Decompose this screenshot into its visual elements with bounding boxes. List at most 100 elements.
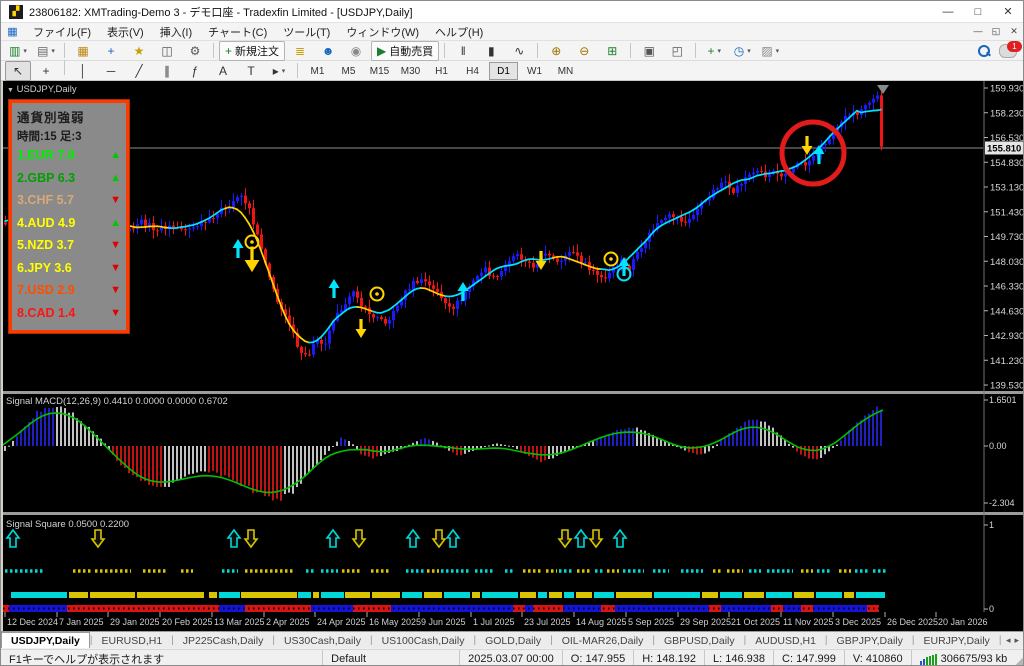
timeframe-m15-button[interactable]: M15 bbox=[365, 62, 394, 80]
text-tool-icon: A bbox=[219, 64, 227, 78]
fibonacci-tool-button[interactable]: ƒ bbox=[182, 61, 208, 81]
timeframe-mn-button[interactable]: MN bbox=[551, 62, 580, 80]
svg-text:155.810: 155.810 bbox=[987, 143, 1021, 154]
chart-tab-usdjpy-daily[interactable]: USDJPY,Daily bbox=[1, 632, 90, 648]
status-open-price: O: 147.955 bbox=[562, 650, 633, 666]
menu-view[interactable]: 表示(V) bbox=[99, 27, 152, 39]
menu-insert[interactable]: 挿入(I) bbox=[152, 27, 200, 39]
line-chart-type-button[interactable]: ∿ bbox=[506, 41, 532, 61]
price-chart[interactable]: 159.930158.230156.530154.830153.130151.4… bbox=[1, 81, 1024, 631]
depth-of-market-button[interactable]: ≣ bbox=[287, 41, 313, 61]
timeframe-m1-button[interactable]: M1 bbox=[303, 62, 332, 80]
timeframe-h4-button[interactable]: H4 bbox=[458, 62, 487, 80]
profiles-button[interactable]: ▤▾ bbox=[33, 41, 59, 61]
tab-scroll-left-button[interactable]: ◂ bbox=[1006, 635, 1011, 646]
minimize-button[interactable]: — bbox=[933, 1, 963, 22]
svg-text:9 Jun 2025: 9 Jun 2025 bbox=[421, 617, 466, 627]
svg-text:20 Jan 2026: 20 Jan 2026 bbox=[938, 617, 988, 627]
zoom-out-icon: ⊖ bbox=[579, 44, 589, 58]
menu-window[interactable]: ウィンドウ(W) bbox=[338, 27, 427, 39]
svg-text:139.530: 139.530 bbox=[990, 381, 1024, 392]
strength-down-icon: ▼ bbox=[110, 194, 121, 206]
zoom-in-button[interactable]: ⊕ bbox=[543, 41, 569, 61]
crosshair-tool-button[interactable]: + bbox=[33, 61, 59, 81]
timeframe-m30-button[interactable]: M30 bbox=[396, 62, 425, 80]
terminal-button[interactable]: ◫ bbox=[154, 41, 180, 61]
chart-symbol-label[interactable]: ▼ USDJPY,Daily bbox=[7, 84, 77, 95]
timeframe-m5-button[interactable]: M5 bbox=[334, 62, 363, 80]
svg-text:146.330: 146.330 bbox=[990, 282, 1024, 293]
menu-tools[interactable]: ツール(T) bbox=[275, 27, 338, 39]
chart-tab-eurjpy-daily[interactable]: EURJPY,Daily bbox=[914, 633, 998, 648]
chart-area[interactable]: 159.930158.230156.530154.830153.130151.4… bbox=[1, 81, 1024, 631]
new-order-button[interactable]: +新規注文 bbox=[219, 41, 285, 61]
resize-grip[interactable]: ◢ bbox=[1015, 650, 1024, 666]
periods-button[interactable]: ◷▾ bbox=[729, 41, 755, 61]
chart-tab-eurusd-h1[interactable]: EURUSD,H1 bbox=[92, 633, 171, 648]
chart-tab-gbpjpy-daily[interactable]: GBPJPY,Daily bbox=[828, 633, 912, 648]
timeframe-w1-button[interactable]: W1 bbox=[520, 62, 549, 80]
horizontal-line-tool-button[interactable]: ─ bbox=[98, 61, 124, 81]
cursor-tool-button[interactable]: ↖ bbox=[5, 61, 31, 81]
tab-scroll-right-button[interactable]: ▸ bbox=[1014, 635, 1019, 646]
timeframe-d1-button[interactable]: D1 bbox=[489, 62, 518, 80]
trendline-tool-button[interactable]: ╱ bbox=[126, 61, 152, 81]
mdi-close-button[interactable]: ✕ bbox=[1005, 26, 1023, 37]
templates-icon: ▨ bbox=[761, 44, 772, 58]
svg-text:29 Jan 2025: 29 Jan 2025 bbox=[110, 617, 160, 627]
chart-tab-us30cash-daily[interactable]: US30Cash,Daily bbox=[275, 633, 370, 648]
dropdown-caret-icon: ▾ bbox=[282, 67, 286, 75]
strategy-tester-button[interactable]: ⚙ bbox=[182, 41, 208, 61]
community-button[interactable]: ☻ bbox=[315, 41, 341, 61]
menu-file[interactable]: ファイル(F) bbox=[25, 27, 99, 39]
status-low-price: L: 146.938 bbox=[704, 650, 773, 666]
shapes-tool-button[interactable]: ▸▾ bbox=[266, 61, 292, 81]
mdi-minimize-button[interactable]: — bbox=[969, 26, 987, 37]
chart-tab-gold-daily[interactable]: GOLD,Daily bbox=[476, 633, 550, 648]
market-watch-button[interactable]: ▦ bbox=[70, 41, 96, 61]
channel-tool-icon: ∥ bbox=[164, 64, 170, 78]
timeframe-h1-button[interactable]: H1 bbox=[427, 62, 456, 80]
maximize-button[interactable]: □ bbox=[963, 1, 993, 22]
chart-tab-jp225cash-daily[interactable]: JP225Cash,Daily bbox=[174, 633, 273, 648]
channel-tool-button[interactable]: ∥ bbox=[154, 61, 180, 81]
menu-help[interactable]: ヘルプ(H) bbox=[427, 27, 491, 39]
strength-down-icon: ▼ bbox=[110, 307, 121, 319]
menu-bar: ▦ ファイル(F)表示(V)挿入(I)チャート(C)ツール(T)ウィンドウ(W)… bbox=[1, 23, 1023, 41]
chart-tab-oil-mar26-daily[interactable]: OIL-MAR26,Daily bbox=[553, 633, 653, 648]
cascade-windows-button[interactable]: ▣ bbox=[636, 41, 662, 61]
data-window-button[interactable]: + bbox=[98, 41, 124, 61]
templates-button[interactable]: ▨▾ bbox=[757, 41, 783, 61]
zoom-out-button[interactable]: ⊖ bbox=[571, 41, 597, 61]
strength-row-usd: 7.USD 2.9▼ bbox=[17, 279, 121, 302]
strength-down-icon: ▼ bbox=[110, 284, 121, 296]
close-button[interactable]: ✕ bbox=[993, 1, 1023, 22]
text-tool-button[interactable]: A bbox=[210, 61, 236, 81]
arrange-windows-button[interactable]: ◰ bbox=[664, 41, 690, 61]
bar-chart-type-button[interactable]: ‖ bbox=[450, 41, 476, 61]
menu-chart[interactable]: チャート(C) bbox=[200, 27, 275, 39]
chart-tab-us100cash-daily[interactable]: US100Cash,Daily bbox=[373, 633, 474, 648]
bar-chart-type-icon: ‖ bbox=[461, 44, 466, 58]
chart-tab-audusd-h1[interactable]: AUDUSD,H1 bbox=[746, 633, 825, 648]
chart-tab-gbpusd-daily[interactable]: GBPUSD,Daily bbox=[655, 633, 744, 648]
svg-text:141.230: 141.230 bbox=[990, 356, 1024, 367]
status-volume: V: 410860 bbox=[844, 650, 911, 666]
new-chart-button[interactable]: ▥▾ bbox=[5, 41, 31, 61]
tile-windows-button[interactable]: ⊞ bbox=[599, 41, 625, 61]
auto-trading-button[interactable]: ▶自動売買 bbox=[371, 41, 439, 61]
strength-up-icon: ▲ bbox=[110, 149, 121, 161]
svg-text:23 Jul 2025: 23 Jul 2025 bbox=[524, 617, 571, 627]
label-tool-button[interactable]: T bbox=[238, 61, 264, 81]
search-icon[interactable] bbox=[977, 44, 991, 58]
notification-icon[interactable]: 1 bbox=[999, 44, 1017, 58]
vertical-line-tool-button[interactable]: │ bbox=[70, 61, 96, 81]
indicators-button[interactable]: +▾ bbox=[701, 41, 727, 61]
strength-row-gbp: 2.GBP 6.3▲ bbox=[17, 167, 121, 190]
strength-up-icon: ▲ bbox=[110, 217, 121, 229]
svg-text:14 Aug 2025: 14 Aug 2025 bbox=[576, 617, 627, 627]
market-news-button[interactable]: ◉ bbox=[343, 41, 369, 61]
candle-chart-type-button[interactable]: ▮ bbox=[478, 41, 504, 61]
navigator-button[interactable]: ★ bbox=[126, 41, 152, 61]
mdi-restore-button[interactable]: ◱ bbox=[987, 26, 1005, 37]
